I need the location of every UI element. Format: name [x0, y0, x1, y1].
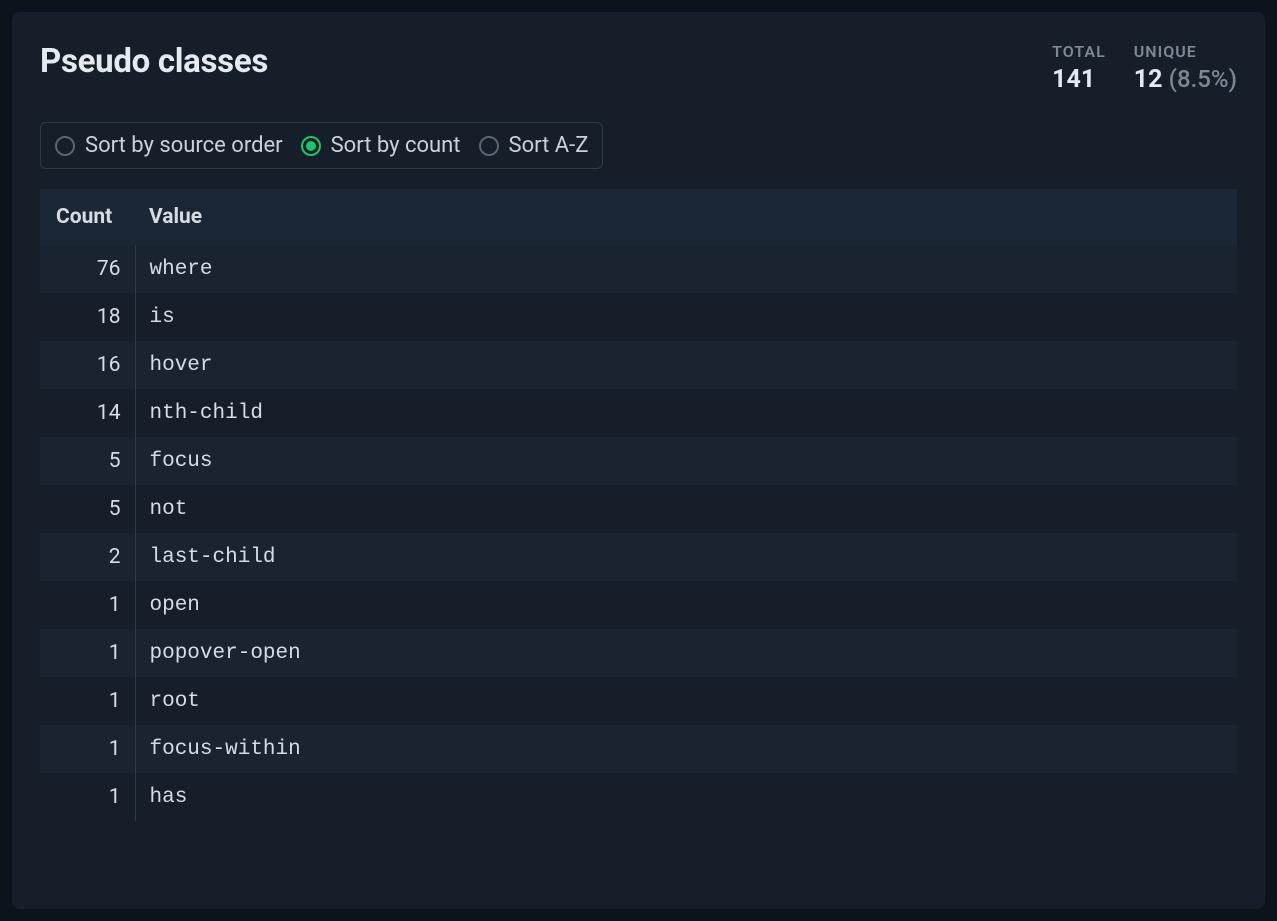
value-cell: is: [135, 293, 1237, 341]
value-cell: focus: [135, 437, 1237, 485]
stat-unique-number: 12: [1134, 65, 1163, 94]
stat-total: TOTAL 141: [1052, 42, 1106, 94]
stat-unique-pct: (8.5%): [1169, 65, 1237, 93]
table-row: 1focus-within: [40, 725, 1237, 773]
value-cell: root: [135, 677, 1237, 725]
stat-total-value: 141: [1052, 65, 1106, 94]
table-row: 76where: [40, 245, 1237, 293]
stat-total-label: TOTAL: [1052, 42, 1106, 61]
sort-bar: Sort by source order Sort by count Sort A-…: [40, 122, 603, 169]
count-cell: 16: [40, 341, 135, 389]
value-cell: where: [135, 245, 1237, 293]
table-row: 14nth-child: [40, 389, 1237, 437]
count-cell: 1: [40, 773, 135, 821]
radio-icon: [479, 136, 499, 156]
panel-stats: TOTAL 141 UNIQUE 12 (8.5%): [1052, 42, 1237, 94]
stat-unique: UNIQUE 12 (8.5%): [1134, 42, 1237, 94]
table-row: 1has: [40, 773, 1237, 821]
pseudo-classes-table: Count Value 76where18is16hover14nth-chil…: [40, 189, 1237, 821]
count-cell: 2: [40, 533, 135, 581]
stat-unique-label: UNIQUE: [1134, 42, 1237, 61]
count-cell: 14: [40, 389, 135, 437]
sort-option-label: Sort A-Z: [509, 133, 589, 158]
count-cell: 18: [40, 293, 135, 341]
value-cell: focus-within: [135, 725, 1237, 773]
table-header-row: Count Value: [40, 189, 1237, 245]
count-cell: 1: [40, 629, 135, 677]
panel-title: Pseudo classes: [40, 42, 268, 81]
value-cell: not: [135, 485, 1237, 533]
sort-option[interactable]: Sort by count: [301, 133, 461, 158]
count-cell: 76: [40, 245, 135, 293]
stat-unique-value: 12 (8.5%): [1134, 65, 1237, 94]
count-cell: 5: [40, 485, 135, 533]
sort-option-label: Sort by source order: [85, 133, 283, 158]
radio-icon: [55, 136, 75, 156]
table-header-value[interactable]: Value: [135, 189, 1237, 245]
sort-option-label: Sort by count: [331, 133, 461, 158]
value-cell: hover: [135, 341, 1237, 389]
panel-header: Pseudo classes TOTAL 141 UNIQUE 12 (8.5%…: [40, 42, 1237, 94]
pseudo-classes-panel: Pseudo classes TOTAL 141 UNIQUE 12 (8.5%…: [12, 12, 1265, 909]
table-row: 16hover: [40, 341, 1237, 389]
value-cell: has: [135, 773, 1237, 821]
table-row: 1root: [40, 677, 1237, 725]
value-cell: nth-child: [135, 389, 1237, 437]
count-cell: 5: [40, 437, 135, 485]
sort-option[interactable]: Sort by source order: [55, 133, 283, 158]
table-row: 5not: [40, 485, 1237, 533]
table-row: 18is: [40, 293, 1237, 341]
table-row: 1open: [40, 581, 1237, 629]
count-cell: 1: [40, 581, 135, 629]
table-row: 1popover-open: [40, 629, 1237, 677]
radio-icon: [301, 136, 321, 156]
table-row: 2last-child: [40, 533, 1237, 581]
sort-option[interactable]: Sort A-Z: [479, 133, 589, 158]
table-row: 5focus: [40, 437, 1237, 485]
table-header-count[interactable]: Count: [40, 189, 135, 245]
value-cell: popover-open: [135, 629, 1237, 677]
count-cell: 1: [40, 677, 135, 725]
count-cell: 1: [40, 725, 135, 773]
value-cell: last-child: [135, 533, 1237, 581]
value-cell: open: [135, 581, 1237, 629]
